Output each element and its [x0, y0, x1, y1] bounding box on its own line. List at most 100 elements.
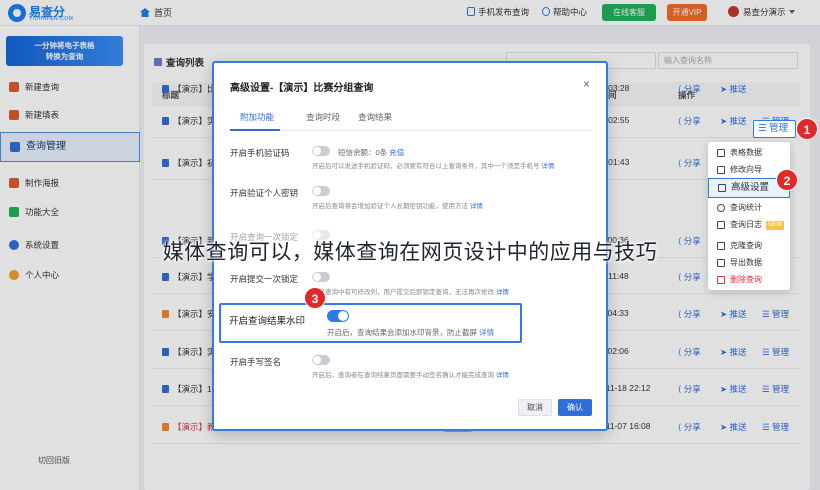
user-menu[interactable]: 易查分演示 — [728, 6, 795, 18]
switch-old-version-link[interactable]: 切回旧版 — [38, 455, 70, 466]
menu-item-table-data[interactable]: 表格数据 — [708, 145, 790, 161]
share-button[interactable]: ⟨ 分享 — [678, 421, 701, 433]
submit-once-lock-toggle[interactable] — [312, 272, 330, 282]
page-title-text: 查询列表 — [166, 58, 205, 69]
menu-item-label: 表格数据 — [730, 148, 762, 157]
row-title[interactable]: 【演示】安 — [162, 308, 216, 320]
mobile-publish-link[interactable]: 手机发布查询 — [467, 6, 529, 18]
sms-balance: 短信余额：0条 充值 — [338, 147, 404, 158]
sidebar-item-poster[interactable]: 制作海报 — [0, 172, 140, 194]
row-title[interactable]: 【演示】初 — [162, 157, 216, 169]
option-description: 开启后查询将会增加验证个人长期密钥功能，使用方法 详情 — [312, 200, 483, 210]
personal-key-toggle[interactable] — [312, 186, 330, 196]
share-label: 分享 — [683, 422, 701, 432]
push-button[interactable]: ➤ 推送 — [720, 115, 747, 127]
promo-line1: 一分钟将电子表格 — [34, 41, 95, 50]
sidebar-item-new-query[interactable]: 新建查询 — [0, 76, 140, 98]
sidebar-item-label: 制作海报 — [25, 178, 60, 188]
tab-query-results[interactable]: 查询结果 — [358, 111, 392, 123]
document-icon — [162, 348, 169, 356]
recharge-link[interactable]: 充值 — [389, 148, 404, 157]
modal-tabs: 附加功能 查询时段 查询结果 — [230, 109, 592, 131]
promo-banner[interactable]: 一分钟将电子表格 转换为查询 — [6, 36, 123, 66]
tab-extra-features[interactable]: 附加功能 — [240, 111, 274, 123]
share-button[interactable]: ⟨ 分享 — [678, 383, 701, 395]
share-button[interactable]: ⟨ 分享 — [678, 271, 701, 283]
manage-label: 管理 — [769, 123, 789, 134]
option-label: 开启验证个人密钥 — [230, 188, 299, 198]
manage-label: 管理 — [771, 384, 789, 394]
push-button[interactable]: ➤ 推送 — [720, 346, 747, 358]
details-link[interactable]: 详情 — [541, 163, 554, 170]
details-link[interactable]: 详情 — [496, 372, 509, 379]
share-button[interactable]: ⟨ 分享 — [678, 83, 701, 95]
share-button[interactable]: ⟨ 分享 — [678, 115, 701, 127]
row-title[interactable]: 【演示】比 — [162, 83, 216, 95]
share-label: 分享 — [683, 384, 701, 394]
menu-item-label: 查询日志 — [730, 220, 762, 229]
menu-item-query-log[interactable]: 查询日志 NEW — [708, 217, 790, 233]
watermark-label: 开启查询结果水印 — [229, 316, 306, 327]
tab-query-period[interactable]: 查询时段 — [306, 111, 340, 123]
vip-button[interactable]: 开通VIP — [667, 4, 707, 21]
push-button[interactable]: ➤ 推送 — [720, 383, 747, 395]
share-label: 分享 — [683, 158, 701, 168]
row-title-text: 【演示】实 — [173, 347, 216, 357]
push-button[interactable]: ➤ 推送 — [720, 83, 747, 95]
search-input[interactable]: 输入查询名称 — [658, 52, 798, 69]
push-label: 推送 — [729, 309, 747, 319]
chevron-down-icon — [788, 10, 795, 14]
manage-dropdown: 表格数据 修改向导 高级设置 查询统计 查询日志 NEW 克隆查询 导出数据 删除… — [708, 142, 790, 290]
row-title[interactable]: 【演示】学 — [162, 271, 216, 283]
cancel-button[interactable]: 取消 — [518, 399, 552, 416]
new-form-icon — [9, 110, 19, 120]
sidebar-item-query-manage[interactable]: 查询管理 — [0, 132, 140, 162]
row-title[interactable]: 【演示】实 — [162, 115, 216, 127]
option-description: 如果查询中有可修改列，用户提交后即锁定查询，无法再次修改 详情 — [312, 286, 509, 296]
row-title-text: 【演示】安 — [173, 309, 216, 319]
sms-verification-toggle[interactable] — [312, 146, 330, 156]
share-button[interactable]: ⟨ 分享 — [678, 157, 701, 169]
row-title[interactable]: 【演示】实 — [162, 346, 216, 358]
document-icon — [162, 85, 169, 93]
manage-button-open[interactable]: ☰ 管理 — [753, 120, 796, 138]
push-button[interactable]: ➤ 推送 — [720, 308, 747, 320]
confirm-button[interactable]: 确认 — [558, 399, 592, 416]
help-icon — [542, 7, 550, 16]
trash-icon — [717, 276, 725, 284]
sidebar-item-features[interactable]: 功能大全 — [0, 201, 140, 223]
push-label: 推送 — [729, 384, 747, 394]
menu-item-query-stats[interactable]: 查询统计 — [708, 200, 790, 216]
manage-button[interactable]: ☰ 管理 — [762, 383, 789, 395]
features-icon — [9, 207, 19, 217]
step-badge-2: 2 — [776, 169, 798, 191]
manage-button[interactable]: ☰ 管理 — [762, 346, 789, 358]
sidebar-item-new-form[interactable]: 新建填表 — [0, 104, 140, 126]
menu-item-label: 查询统计 — [730, 203, 762, 212]
step-badge-3: 3 — [304, 287, 326, 309]
push-button[interactable]: ➤ 推送 — [720, 421, 747, 433]
watermark-toggle[interactable] — [327, 310, 349, 322]
sidebar-item-label: 查询管理 — [26, 141, 66, 152]
details-link[interactable]: 详情 — [470, 203, 483, 210]
table-icon — [717, 149, 725, 157]
details-link[interactable]: 详情 — [496, 289, 509, 296]
close-icon[interactable]: × — [583, 77, 590, 91]
logo[interactable]: 易查分 YICHAFEN.COM — [8, 3, 74, 23]
share-button[interactable]: ⟨ 分享 — [678, 346, 701, 358]
home-link[interactable]: 首页 — [140, 6, 172, 19]
share-button[interactable]: ⟨ 分享 — [678, 308, 701, 320]
promo-line2: 转换为查询 — [45, 52, 84, 61]
manage-label: 管理 — [771, 309, 789, 319]
menu-item-delete-query[interactable]: 删除查询 — [708, 272, 790, 288]
help-center-link[interactable]: 帮助中心 — [542, 6, 587, 18]
manage-button[interactable]: ☰ 管理 — [762, 421, 789, 433]
manage-button[interactable]: ☰ 管理 — [762, 308, 789, 320]
option-result-watermark: 开启查询结果水印 开启后，查询结果会添加水印背景，防止截屏 详情 — [219, 303, 522, 343]
modal-title: 高级设置-【演示】比赛分组查询 — [230, 83, 374, 94]
handwritten-signature-toggle[interactable] — [312, 355, 330, 365]
details-link[interactable]: 详情 — [479, 328, 494, 337]
online-service-button[interactable]: 在线客服 — [602, 4, 656, 21]
sidebar-item-profile[interactable]: 个人中心 — [0, 264, 140, 286]
row-title-text: 【演示】比 — [173, 84, 216, 94]
